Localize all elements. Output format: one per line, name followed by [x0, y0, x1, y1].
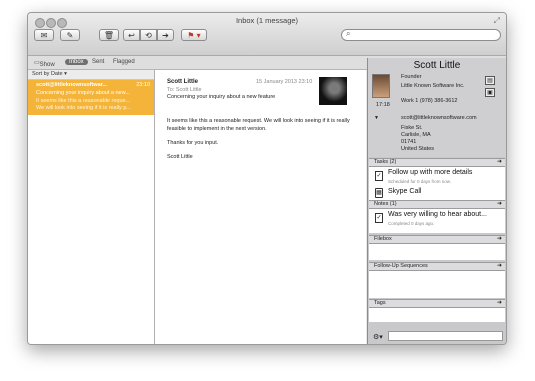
tasks-list: ✓ Follow up with more details Scheduled … — [369, 167, 505, 200]
forward-icon: ➔ — [162, 31, 169, 40]
message-body: It seems like this a reasonable request.… — [167, 117, 357, 167]
notes-header-label: Notes (1) — [374, 201, 397, 207]
delete-button[interactable]: 🗑 — [99, 29, 119, 41]
compose-icon: ✎ — [66, 31, 74, 40]
contact-photo — [372, 74, 390, 98]
window-title: Inbox (1 message) — [235, 16, 299, 25]
envelope-icon: ✉ — [40, 31, 48, 40]
message-list-item[interactable]: scott@littleknownsoftwar... 23:10 Concer… — [28, 80, 154, 115]
follow-up-sequences-label: Follow-Up Sequences — [374, 263, 428, 269]
note-status: Completed 0 days ago. — [388, 221, 435, 226]
title-bar: Inbox (1 message) ⤢ ✉ ✎ 🗑 ↩ ⟲ ➔ ⚑ ▾ ⌕ — [28, 13, 506, 56]
calendar-icon: ▦ — [375, 188, 383, 198]
get-mail-button[interactable]: ✉ — [34, 29, 54, 41]
sender-name[interactable]: Scott Little — [167, 79, 198, 85]
body-paragraph: It seems like this a reasonable request.… — [167, 118, 350, 132]
contact-name: Scott Little — [413, 60, 461, 71]
inbox-mailbox-button[interactable]: Inbox — [65, 59, 88, 65]
message-list: Sort by Date ▾ scott@littleknownsoftwar.… — [28, 70, 155, 344]
note-checklist-icon: ✓ — [375, 213, 383, 223]
message-from: scott@littleknownsoftwar... — [36, 82, 108, 88]
contact-panel: Scott Little Founder Little Known Softwa… — [367, 58, 506, 344]
forward-button[interactable]: ➔ — [157, 29, 174, 41]
task-title[interactable]: Follow up with more details — [388, 169, 472, 176]
follow-up-sequences-header[interactable]: Follow-Up Sequences ➜ — [369, 262, 505, 271]
address-street: Fiske St. — [401, 125, 423, 131]
flag-button[interactable]: ⚑ ▾ — [181, 29, 207, 41]
sort-by-date-button[interactable]: Sort by Date ▾ — [28, 70, 154, 80]
compose-button[interactable]: ✎ — [60, 29, 80, 41]
task-title[interactable]: Skype Call — [388, 188, 421, 195]
arrow-right-icon[interactable]: ➜ — [497, 263, 502, 270]
contact-company: Little Known Software Inc. — [401, 83, 465, 89]
message-time: 23:10 — [136, 82, 150, 88]
contact-email[interactable]: scott@littleknownsoftware.com — [401, 115, 477, 121]
body-signature: Scott Little — [167, 154, 193, 160]
note-title[interactable]: Was very willing to hear about... — [388, 211, 487, 218]
sent-mailbox-button[interactable]: Sent — [92, 59, 104, 65]
tasks-header[interactable]: Tasks (2) ➜ — [369, 158, 505, 167]
contact-header: Scott Little Founder Little Known Softwa… — [368, 58, 506, 157]
reading-pane: Scott Little 15 January 2013 23:10 To: S… — [155, 70, 366, 344]
tags-list — [369, 308, 505, 322]
arrow-right-icon[interactable]: ➜ — [497, 300, 502, 307]
notes-header[interactable]: Notes (1) ➜ — [369, 200, 505, 209]
tags-header-label: Tags — [374, 300, 386, 306]
contact-card-icon[interactable]: ▤ — [485, 76, 495, 85]
arrow-right-icon[interactable]: ➜ — [497, 159, 502, 166]
filebox-header[interactable]: Filebox ➜ — [369, 235, 505, 244]
fullscreen-icon[interactable]: ⤢ — [494, 16, 500, 26]
flag-icon: ⚑ ▾ — [187, 31, 201, 40]
notes-list: ✓ Was very willing to hear about... Comp… — [369, 209, 505, 233]
show-label: Show — [39, 62, 55, 68]
gear-icon[interactable]: ⚙▾ — [373, 333, 383, 341]
reply-all-button[interactable]: ⟲ — [140, 29, 157, 41]
address-city: Carlisle, MA — [401, 132, 431, 138]
filebox-header-label: Filebox — [374, 236, 392, 242]
message-subject-header: Concerning your inquiry about a new feat… — [167, 94, 276, 100]
trash-icon: 🗑 — [103, 31, 115, 40]
task-checklist-icon: ✓ — [375, 171, 383, 181]
sender-avatar — [319, 77, 347, 105]
task-schedule: Scheduled for 0 days from now. — [388, 179, 452, 184]
reply-all-icon: ⟲ — [145, 31, 152, 40]
tag-input[interactable] — [388, 331, 503, 341]
tags-header[interactable]: Tags ➜ — [369, 299, 505, 308]
reply-icon: ↩ — [128, 31, 135, 40]
mail-window: Inbox (1 message) ⤢ ✉ ✎ 🗑 ↩ ⟲ ➔ ⚑ ▾ ⌕ ▭ … — [27, 12, 507, 345]
disclosure-triangle-icon[interactable]: ▼ — [374, 115, 379, 121]
body-paragraph: Thanks for you input. — [167, 140, 219, 146]
arrow-right-icon[interactable]: ➜ — [497, 201, 502, 208]
follow-up-sequences-list — [369, 271, 505, 298]
address-book-icon[interactable]: ▣ — [485, 88, 495, 97]
search-icon: ⌕ — [346, 29, 351, 38]
search-field[interactable]: ⌕ — [341, 29, 501, 41]
message-subject: Concerning your inquiry about a new... — [36, 90, 130, 96]
tasks-header-label: Tasks (2) — [374, 159, 397, 165]
show-mailboxes-button[interactable]: ▭ Show — [34, 59, 55, 68]
recipient-line: To: Scott Little — [167, 87, 202, 93]
address-country: United States — [401, 146, 435, 152]
contact-role: Founder — [401, 74, 422, 80]
reply-button[interactable]: ↩ — [123, 29, 140, 41]
filebox-list — [369, 244, 505, 260]
contact-work-phone: Work 1 (978) 386-3612 — [401, 98, 458, 104]
message-preview-line-2: We will look into seeing if it is really… — [36, 105, 131, 111]
message-date: 15 January 2013 23:10 — [256, 79, 313, 85]
message-preview-line-1: It seems like this a reasonable reque... — [36, 98, 131, 104]
arrow-right-icon[interactable]: ➜ — [497, 236, 502, 243]
address-zip: 01741 — [401, 139, 417, 145]
flagged-mailbox-button[interactable]: Flagged — [113, 59, 135, 65]
contact-local-time: 17:18 — [376, 102, 390, 108]
